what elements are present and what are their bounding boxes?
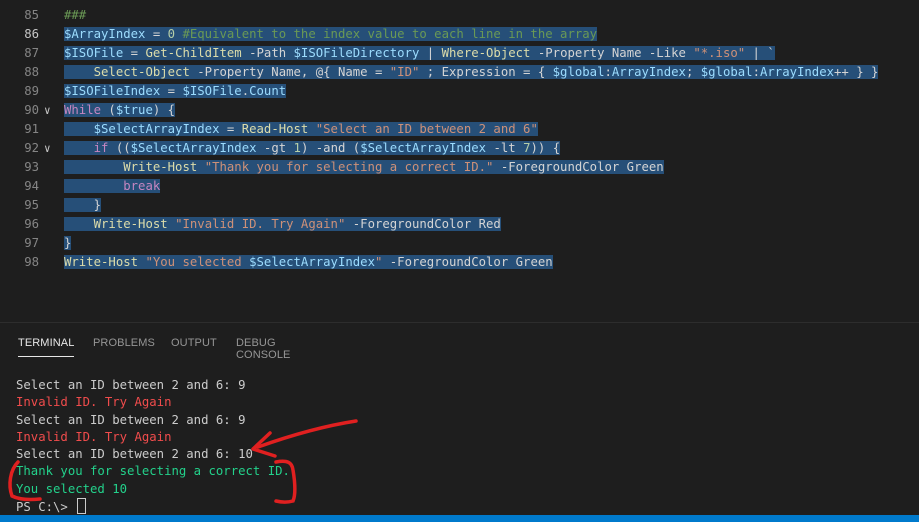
terminal-line: Invalid ID. Try Again — [16, 429, 172, 444]
code-line[interactable]: 91 $SelectArrayIndex = Read-Host "Select… — [0, 120, 919, 139]
tab-terminal[interactable]: TERMINAL — [18, 337, 75, 357]
code-text: $ISOFileIndex = $ISOFile.Count — [64, 82, 287, 101]
code-line[interactable]: 85 ### — [0, 6, 919, 25]
code-text: if (($SelectArrayIndex -gt 1) -and ($Sel… — [64, 139, 561, 158]
terminal-line: Invalid ID. Try Again — [16, 395, 172, 410]
code-text: Write-Host "You selected $SelectArrayInd… — [64, 253, 553, 272]
code-line[interactable]: 92 ∨ if (($SelectArrayIndex -gt 1) -and … — [0, 139, 919, 158]
code-editor[interactable]: 85 ### 86 $ArrayIndex = 0 #Equivalent to… — [0, 0, 919, 322]
line-number: 97 — [24, 236, 39, 250]
chevron-down-icon[interactable]: ∨ — [44, 140, 51, 157]
terminal-line: Thank you for selecting a correct ID. — [16, 464, 290, 479]
code-line[interactable]: 93 Write-Host "Thank you for selecting a… — [0, 158, 919, 177]
line-number: 95 — [24, 198, 39, 212]
code-text: break — [64, 177, 161, 196]
line-number: 92 — [24, 141, 39, 155]
code-line[interactable]: 98 Write-Host "You selected $SelectArray… — [0, 253, 919, 272]
line-number: 89 — [24, 84, 39, 98]
line-number: 94 — [24, 179, 39, 193]
code-text: Write-Host "Invalid ID. Try Again" -Fore… — [64, 215, 501, 234]
code-line[interactable]: 86 $ArrayIndex = 0 #Equivalent to the in… — [0, 25, 919, 44]
line-number: 91 — [24, 122, 39, 136]
code-text: $SelectArrayIndex = Read-Host "Select an… — [64, 120, 538, 139]
selected-code: $ISOFileIndex = $ISOFile.Count — [64, 84, 287, 98]
selected-code: } — [64, 236, 72, 250]
selected-code: break — [64, 179, 161, 193]
terminal-line: Select an ID between 2 and 6: 9 — [16, 412, 246, 427]
line-number: 90 — [24, 103, 39, 117]
line-number: 98 — [24, 255, 39, 269]
code-line[interactable]: 96 Write-Host "Invalid ID. Try Again" -F… — [0, 215, 919, 234]
selected-code: $ISOFile = Get-ChildItem -Path $ISOFileD… — [64, 46, 775, 60]
code-text: } — [64, 234, 72, 253]
selected-code: $SelectArrayIndex = Read-Host "Select an… — [64, 122, 538, 136]
code-line[interactable]: 88 Select-Object -Property Name, @{ Name… — [0, 63, 919, 82]
terminal-output[interactable]: Select an ID between 2 and 6: 9 Invalid … — [16, 377, 290, 515]
chevron-down-icon[interactable]: ∨ — [44, 102, 51, 119]
line-number: 85 — [24, 8, 39, 22]
terminal-prompt-line[interactable]: PS C:\> — [16, 498, 290, 515]
selected-code: Write-Host "Invalid ID. Try Again" -Fore… — [64, 217, 501, 231]
line-number: 87 — [24, 46, 39, 60]
selected-code: Select-Object -Property Name, @{ Name = … — [64, 65, 879, 79]
tab-debug-console[interactable]: DEBUG CONSOLE — [236, 337, 290, 361]
code-comment: ### — [64, 8, 87, 22]
code-text: Select-Object -Property Name, @{ Name = … — [64, 63, 879, 82]
selected-code: Write-Host "Thank you for selecting a co… — [64, 160, 664, 174]
selected-code: } — [64, 198, 102, 212]
line-number: 93 — [24, 160, 39, 174]
terminal-cursor — [77, 498, 87, 515]
code-line[interactable]: 97 } — [0, 234, 919, 253]
tab-problems[interactable]: PROBLEMS — [93, 337, 155, 349]
code-text: While ($true) { — [64, 101, 176, 120]
selected-code: if (($SelectArrayIndex -gt 1) -and ($Sel… — [64, 141, 561, 155]
line-number: 88 — [24, 65, 39, 79]
terminal-line: You selected 10 — [16, 481, 128, 496]
code-text: $ISOFile = Get-ChildItem -Path $ISOFileD… — [64, 44, 775, 63]
code-line[interactable]: 95 } — [0, 196, 919, 215]
tab-output[interactable]: OUTPUT — [171, 337, 217, 349]
code-line[interactable]: 90 ∨ While ($true) { — [0, 101, 919, 120]
terminal-line: Select an ID between 2 and 6: 9 — [16, 378, 246, 392]
status-bar — [0, 515, 919, 522]
code-text: Write-Host "Thank you for selecting a co… — [64, 158, 664, 177]
terminal-line: Select an ID between 2 and 6: 10 — [16, 447, 253, 462]
code-line[interactable]: 94 break — [0, 177, 919, 196]
code-text: } — [64, 196, 102, 215]
selected-code: $ArrayIndex = 0 #Equivalent to the index… — [64, 27, 598, 41]
selected-code: While ($true) { — [64, 103, 176, 117]
line-number: 96 — [24, 217, 39, 231]
line-number: 86 — [24, 27, 39, 41]
selected-code: Write-Host "You selected $SelectArrayInd… — [64, 255, 553, 269]
code-text: $ArrayIndex = 0 #Equivalent to the index… — [64, 25, 598, 44]
code-text: ### — [64, 6, 86, 25]
terminal-prompt: PS C:\> — [16, 500, 76, 515]
code-line[interactable]: 87 $ISOFile = Get-ChildItem -Path $ISOFi… — [0, 44, 919, 63]
bottom-panel: TERMINAL PROBLEMS OUTPUT DEBUG CONSOLE S… — [0, 323, 919, 515]
code-line[interactable]: 89 $ISOFileIndex = $ISOFile.Count — [0, 82, 919, 101]
